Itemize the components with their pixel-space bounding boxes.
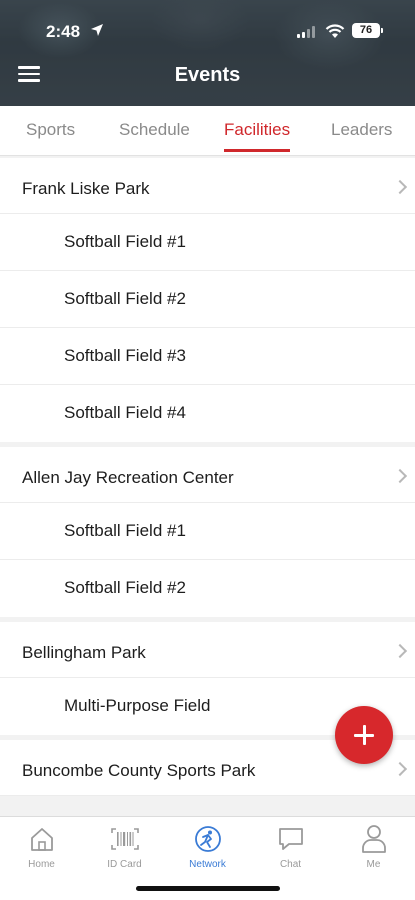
tab-leaders[interactable]: Leaders [331, 106, 392, 156]
chevron-right-icon [392, 468, 408, 484]
facility-row[interactable]: Bellingham Park [0, 622, 415, 678]
barcode-icon [110, 828, 139, 850]
facility-name: Buncombe County Sports Park [22, 761, 256, 780]
status-bar: 2:48 76 [0, 0, 415, 54]
chevron-right-icon [392, 761, 408, 777]
tab-bar: Sports Schedule Facilities Leaders [0, 106, 415, 156]
battery-indicator: 76 [352, 23, 383, 38]
field-row[interactable]: Softball Field #4 [0, 385, 415, 442]
nav-label: Home [28, 859, 55, 870]
facility-group: Frank Liske Park Softball Field #1 Softb… [0, 158, 415, 442]
page-title: Events [174, 64, 241, 86]
chevron-right-icon [392, 643, 408, 659]
add-button[interactable] [335, 706, 393, 764]
field-row[interactable]: Softball Field #2 [0, 271, 415, 328]
chevron-right-icon [392, 179, 408, 195]
facility-group: Allen Jay Recreation Center Softball Fie… [0, 447, 415, 617]
facility-name: Bellingham Park [22, 643, 146, 662]
person-icon [361, 825, 386, 853]
nav-label: Chat [279, 859, 302, 870]
facility-name: Allen Jay Recreation Center [22, 468, 234, 487]
nav-id-card[interactable]: ID Card [83, 823, 166, 870]
wifi-icon [325, 24, 345, 38]
header: 2:48 76 Events [0, 0, 415, 106]
nav-label: Network [189, 859, 226, 870]
nav-me[interactable]: Me [332, 823, 415, 870]
chat-icon [278, 828, 303, 850]
nav-home[interactable]: Home [0, 823, 83, 870]
field-row[interactable]: Softball Field #1 [0, 503, 415, 560]
status-time: 2:48 [46, 22, 81, 41]
facility-row[interactable]: Frank Liske Park [0, 158, 415, 214]
home-icon [30, 828, 53, 851]
nav-chat[interactable]: Chat [249, 823, 332, 870]
cell-signal-icon [297, 26, 315, 38]
location-arrow-icon [91, 24, 103, 36]
field-row[interactable]: Softball Field #3 [0, 328, 415, 385]
home-indicator [136, 886, 280, 891]
field-row[interactable]: Softball Field #1 [0, 214, 415, 271]
network-icon [194, 826, 221, 852]
facility-row[interactable]: Allen Jay Recreation Center [0, 447, 415, 503]
field-row[interactable]: Softball Field #2 [0, 560, 415, 617]
nav-label: Me [366, 859, 381, 870]
tab-schedule[interactable]: Schedule [119, 106, 190, 156]
nav-label: ID Card [107, 859, 142, 870]
nav-network[interactable]: Network [166, 823, 249, 870]
tab-sports[interactable]: Sports [26, 106, 75, 156]
facility-name: Frank Liske Park [22, 179, 150, 198]
tab-facilities[interactable]: Facilities [224, 106, 291, 156]
